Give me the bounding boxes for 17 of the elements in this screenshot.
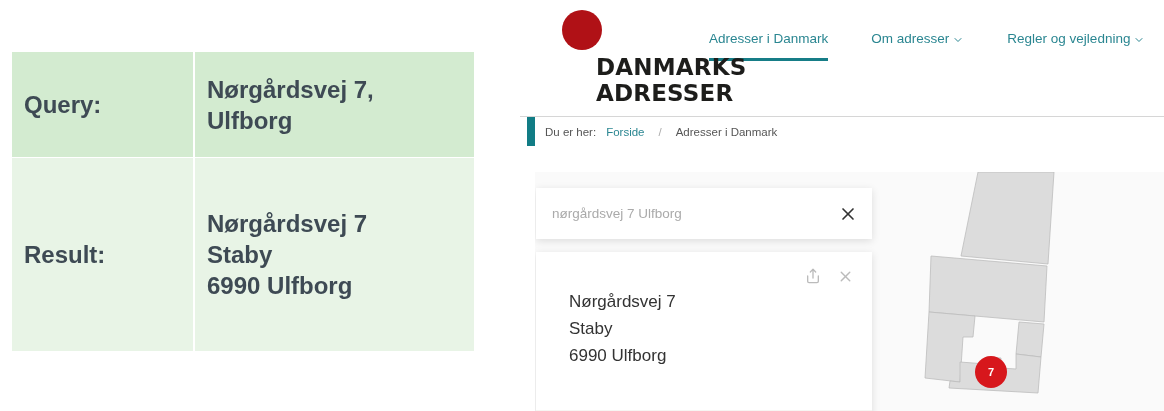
breadcrumb-separator: / xyxy=(658,125,662,138)
breadcrumb-label: Du er her: xyxy=(545,125,597,138)
accent-bar xyxy=(527,117,535,146)
nav-link[interactable]: Regler og vejledning xyxy=(1007,31,1146,61)
nav-link[interactable]: Om adresser xyxy=(871,31,965,61)
table-cell: Result: xyxy=(12,158,193,351)
share-icon[interactable] xyxy=(805,268,821,284)
search-field[interactable]: nørgårdsvej 7 Ulfborg xyxy=(536,188,872,239)
breadcrumb-link[interactable]: Forside xyxy=(606,125,645,138)
table-cell: Nørgårdsvej 7 Staby 6990 Ulfborg xyxy=(195,158,474,351)
map-marker[interactable]: 7 xyxy=(975,356,1007,388)
table-cell: Nørgårdsvej 7, Ulfborg xyxy=(195,52,474,157)
table-cell: Query: xyxy=(12,52,193,157)
search-field[interactable]: nørgårdsvej 7 Ulfborg xyxy=(550,205,838,222)
breadcrumb-current: Adresser i Danmark xyxy=(675,125,778,138)
address-text: Nørgårdsvej 7 Staby 6990 Ulfborg xyxy=(569,291,676,367)
logo-dot-icon xyxy=(562,10,602,50)
